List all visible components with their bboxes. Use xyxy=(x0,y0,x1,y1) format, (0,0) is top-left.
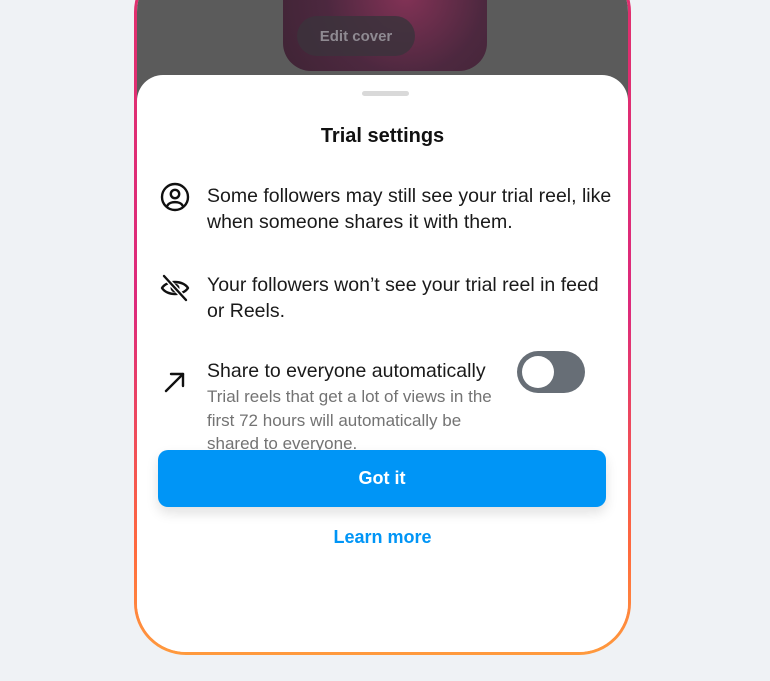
sheet-title: Trial settings xyxy=(320,125,445,147)
toggle-knob xyxy=(522,356,554,388)
trial-settings-sheet: Trial settings Some followers may still … xyxy=(137,75,628,652)
learn-more-link[interactable]: Learn more xyxy=(137,527,628,548)
share-auto-toggle[interactable] xyxy=(517,351,585,393)
phone-screen: Edit cover Trial settings Some followers… xyxy=(137,0,628,652)
eye-off-icon xyxy=(159,272,191,304)
share-auto-label: Share to everyone automatically xyxy=(207,360,486,382)
person-circle-icon xyxy=(159,181,191,213)
share-auto-description: Trial reels that get a lot of views in t… xyxy=(207,387,492,453)
phone-frame: Edit cover Trial settings Some followers… xyxy=(134,0,631,655)
edit-cover-button[interactable]: Edit cover xyxy=(297,16,415,56)
info-text: Some followers may still see your trial … xyxy=(207,185,612,233)
info-text: Your followers won’t see your trial reel… xyxy=(207,274,599,322)
sheet-drag-handle[interactable] xyxy=(362,91,409,96)
arrow-up-right-icon xyxy=(159,366,191,398)
got-it-button[interactable]: Got it xyxy=(158,450,606,507)
